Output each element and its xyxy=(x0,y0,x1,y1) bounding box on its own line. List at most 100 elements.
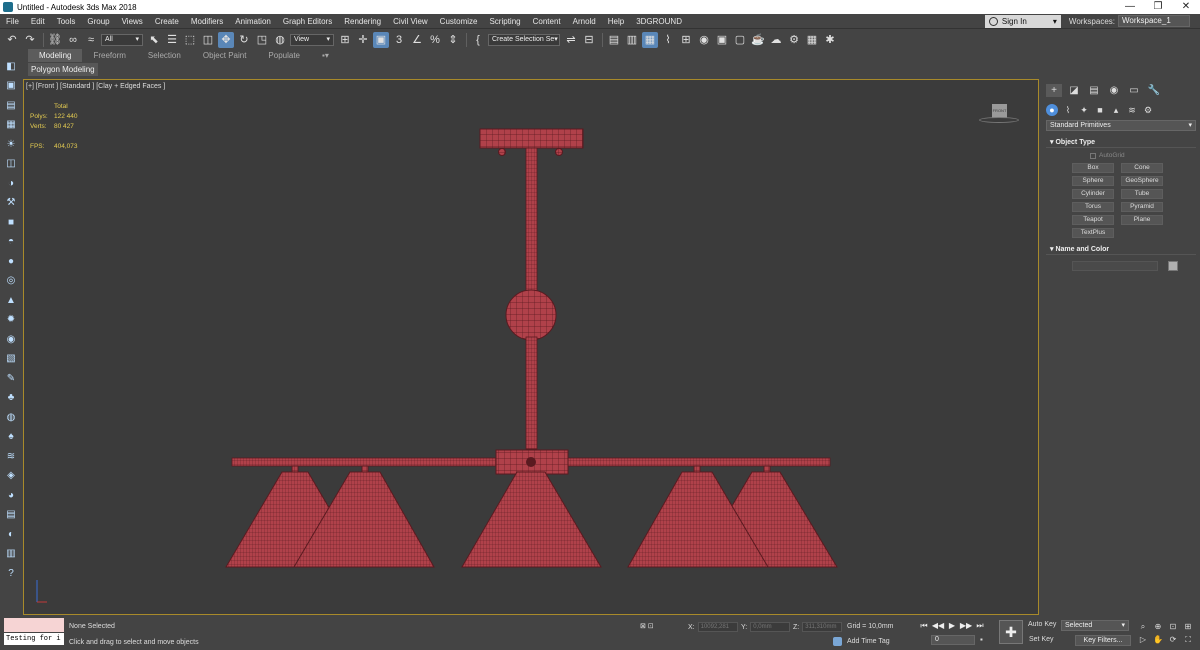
box-icon[interactable]: ■ xyxy=(3,214,19,230)
cone-icon[interactable]: ▲ xyxy=(3,292,19,308)
arnold-render-icon[interactable]: ▦ xyxy=(804,32,820,48)
key-filters-button[interactable]: Key Filters... xyxy=(1075,635,1131,646)
sign-in-dropdown[interactable]: Sign In ▾ xyxy=(984,14,1061,28)
display-tab-icon[interactable]: ▭ xyxy=(1126,84,1142,97)
autogrid-checkbox[interactable]: AutoGrid xyxy=(1090,152,1200,159)
y-coordinate[interactable]: Y: 0,0mm xyxy=(741,622,791,632)
lock-selection-icon[interactable]: ⊠ ⊡ xyxy=(640,622,654,630)
utilities-icon[interactable]: ▥ xyxy=(3,546,19,562)
disc-icon[interactable]: ◉ xyxy=(3,331,19,347)
front-viewport[interactable]: [+] [Front ] [Standard ] [Clay + Edged F… xyxy=(23,79,1039,615)
object-name-field[interactable] xyxy=(1072,261,1158,271)
play-icon[interactable]: ▶ xyxy=(945,620,959,632)
tab-populate[interactable]: Populate xyxy=(257,49,311,62)
textplus-button[interactable]: TextPlus xyxy=(1072,228,1114,238)
cameras-icon[interactable]: ■ xyxy=(1094,104,1106,116)
foliage-icon[interactable]: ♠ xyxy=(3,429,19,445)
object-type-rollout[interactable]: ▾ Object Type xyxy=(1046,137,1196,148)
motion-tab-icon[interactable]: ◉ xyxy=(1106,84,1122,97)
shapes-icon[interactable]: ⌇ xyxy=(1062,104,1074,116)
menu-file[interactable]: File xyxy=(0,14,25,29)
help-icon[interactable]: ? xyxy=(3,565,19,581)
menu-3dground[interactable]: 3DGROUND xyxy=(630,14,688,29)
box-button[interactable]: Box xyxy=(1072,163,1114,173)
camera-icon[interactable]: ◫ xyxy=(3,156,19,172)
field-of-view-icon[interactable]: ▷ xyxy=(1136,633,1150,646)
align-icon[interactable]: ⊟ xyxy=(581,32,597,48)
menu-animation[interactable]: Animation xyxy=(229,14,277,29)
tube-button[interactable]: Tube xyxy=(1121,189,1163,199)
maxscript-input[interactable]: Testing for i xyxy=(4,633,64,645)
snaps-toggle-icon[interactable]: 3 xyxy=(391,32,407,48)
go-to-start-icon[interactable]: ⏮ xyxy=(917,620,931,632)
helpers-icon[interactable]: ▴ xyxy=(1110,104,1122,116)
zoom-all-icon[interactable]: ⊕ xyxy=(1151,620,1165,633)
tab-selection[interactable]: Selection xyxy=(137,49,192,62)
torus-icon[interactable]: ◎ xyxy=(3,273,19,289)
modify-tab-icon[interactable]: ◪ xyxy=(1066,84,1082,97)
ribbon-options-icon[interactable]: ▪▾ xyxy=(311,49,340,62)
create-icon[interactable]: ▣ xyxy=(3,78,19,94)
key-mode-button[interactable]: ✚ xyxy=(999,620,1023,644)
lights-icon[interactable]: ✦ xyxy=(1078,104,1090,116)
x-value[interactable]: 10092,281 xyxy=(697,622,738,632)
zoom-extents-icon[interactable]: ⊡ xyxy=(1166,620,1180,633)
previous-frame-icon[interactable]: ◀◀ xyxy=(931,620,945,632)
menu-edit[interactable]: Edit xyxy=(25,14,51,29)
space-warps-icon[interactable]: ≋ xyxy=(1126,104,1138,116)
orbit-icon[interactable]: ⟳ xyxy=(1166,633,1180,646)
plane-button[interactable]: Plane xyxy=(1121,215,1163,225)
scene-explorer-icon[interactable]: ▤ xyxy=(3,97,19,113)
render-in-cloud-icon[interactable]: ☁ xyxy=(768,32,784,48)
set-key-button[interactable]: Set Key xyxy=(1029,636,1054,643)
menu-arnold[interactable]: Arnold xyxy=(567,14,602,29)
utilities-tab-icon[interactable]: 🔧 xyxy=(1146,84,1162,97)
angle-snap-icon[interactable]: ∠ xyxy=(409,32,425,48)
viewport-layout-icon[interactable]: ◧ xyxy=(3,58,19,74)
keyboard-shortcut-override-icon[interactable]: ▣ xyxy=(373,31,389,48)
geosphere-button[interactable]: GeoSphere xyxy=(1121,176,1163,186)
menu-views[interactable]: Views xyxy=(116,14,149,29)
edit-named-selection-icon[interactable]: { xyxy=(470,32,486,48)
primitive-category-dropdown[interactable]: Standard Primitives ▾ xyxy=(1046,120,1196,131)
selection-filter-dropdown[interactable]: All ▾ xyxy=(101,33,143,46)
render-production-icon[interactable]: ☕ xyxy=(750,32,766,48)
torus-button[interactable]: Torus xyxy=(1072,202,1114,212)
key-selection-dropdown[interactable]: Selected ▾ xyxy=(1061,620,1129,631)
cylinder-button[interactable]: Cylinder xyxy=(1072,189,1114,199)
rectangular-selection-icon[interactable]: ⬚ xyxy=(182,32,198,48)
percent-snap-icon[interactable]: % xyxy=(427,32,443,48)
sphere-icon[interactable]: ● xyxy=(3,253,19,269)
spinner-snap-icon[interactable]: ⇕ xyxy=(445,32,461,48)
curve-editor-icon[interactable]: ⌇ xyxy=(660,32,676,48)
x-coordinate[interactable]: X: 10092,281 xyxy=(688,622,738,632)
named-selection-set-dropdown[interactable]: Create Selection Se ▾ xyxy=(488,33,560,46)
menu-create[interactable]: Create xyxy=(149,14,185,29)
display-icon[interactable]: ◐ xyxy=(3,526,19,542)
globe-icon[interactable]: ◍ xyxy=(3,409,19,425)
tab-modeling[interactable]: Modeling xyxy=(28,49,83,62)
menu-tools[interactable]: Tools xyxy=(51,14,82,29)
paint-icon[interactable]: ✎ xyxy=(3,370,19,386)
menu-graph-editors[interactable]: Graph Editors xyxy=(277,14,338,29)
toggle-scene-explorer-icon[interactable]: ▥ xyxy=(624,32,640,48)
menu-scripting[interactable]: Scripting xyxy=(483,14,526,29)
zoom-extents-all-icon[interactable]: ⊞ xyxy=(1181,620,1195,633)
tab-object-paint[interactable]: Object Paint xyxy=(192,49,258,62)
mirror-icon[interactable]: ⇌ xyxy=(563,32,579,48)
create-tab-icon[interactable]: + xyxy=(1046,84,1062,97)
place-icon[interactable]: ◍ xyxy=(272,32,288,48)
menu-content[interactable]: Content xyxy=(527,14,567,29)
sphere-button[interactable]: Sphere xyxy=(1072,176,1114,186)
rotate-icon[interactable]: ↻ xyxy=(236,32,252,48)
menu-help[interactable]: Help xyxy=(602,14,630,29)
maxscript-listener-output[interactable] xyxy=(4,618,64,632)
object-color-swatch[interactable] xyxy=(1168,261,1178,271)
restore-button[interactable]: ❐ xyxy=(1144,0,1172,14)
go-to-end-icon[interactable]: ⏭ xyxy=(973,620,987,632)
scale-icon[interactable]: ◳ xyxy=(254,32,270,48)
pan-icon[interactable]: ✋ xyxy=(1151,633,1165,646)
toggle-ribbon-icon[interactable]: ▦ xyxy=(642,31,658,48)
texture-icon[interactable]: ◈ xyxy=(3,468,19,484)
tab-freeform[interactable]: Freeform xyxy=(82,49,136,62)
